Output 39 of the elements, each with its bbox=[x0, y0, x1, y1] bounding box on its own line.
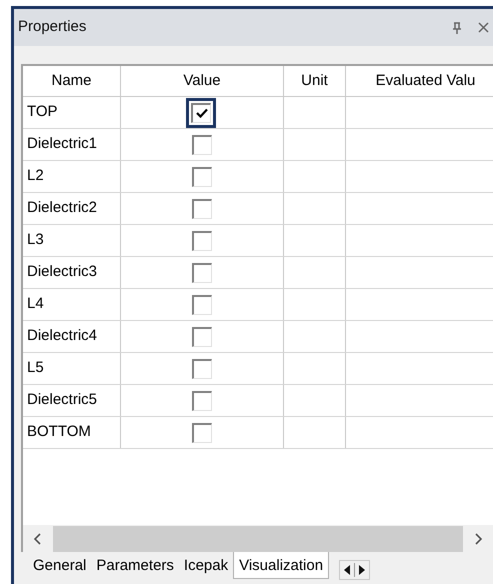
checkbox[interactable] bbox=[192, 166, 212, 186]
checkbox[interactable] bbox=[192, 294, 212, 314]
checkbox[interactable] bbox=[192, 198, 212, 218]
checkbox[interactable] bbox=[192, 390, 212, 410]
tab[interactable]: Parameters bbox=[91, 552, 179, 579]
column-header[interactable]: Unit bbox=[301, 70, 328, 92]
checkmark-icon bbox=[196, 108, 208, 118]
table-cell-text: Dielectric3 bbox=[27, 262, 98, 282]
scrollbar-thumb[interactable] bbox=[53, 526, 463, 552]
tab[interactable]: Icepak bbox=[178, 552, 234, 579]
table-cell-text: L4 bbox=[27, 294, 44, 314]
pin-icon[interactable] bbox=[452, 22, 462, 34]
checkbox[interactable] bbox=[192, 230, 212, 250]
table-cell-text: BOTTOM bbox=[27, 422, 91, 442]
table-cell-text: L2 bbox=[27, 166, 44, 186]
table-cell-text: TOP bbox=[27, 102, 58, 122]
checkbox[interactable] bbox=[192, 422, 212, 442]
checkbox[interactable] bbox=[192, 134, 212, 154]
table-cell-text: Dielectric1 bbox=[27, 134, 98, 154]
scroll-left-icon[interactable] bbox=[33, 532, 43, 544]
column-header[interactable]: Evaluated Valu bbox=[376, 70, 476, 92]
scroll-right-icon[interactable] bbox=[473, 532, 483, 544]
table-cell-text: Dielectric2 bbox=[27, 198, 98, 218]
table-cell-text: L5 bbox=[27, 358, 44, 378]
panel-title: Properties bbox=[18, 17, 86, 38]
table-cell-text: Dielectric4 bbox=[27, 326, 98, 346]
checkbox[interactable] bbox=[192, 262, 212, 282]
checkbox[interactable] bbox=[191, 102, 211, 122]
table-cell-text: L3 bbox=[27, 230, 44, 250]
horizontal-scrollbar[interactable] bbox=[23, 525, 493, 552]
column-header[interactable]: Value bbox=[183, 70, 221, 92]
close-icon[interactable] bbox=[478, 22, 489, 33]
tab-scroll-buttons[interactable] bbox=[339, 560, 370, 580]
tab[interactable]: Visualization bbox=[233, 552, 330, 579]
column-header[interactable]: Name bbox=[51, 70, 92, 92]
checkbox[interactable] bbox=[192, 358, 212, 378]
tab[interactable]: General bbox=[28, 552, 92, 579]
table-cell-text: Dielectric5 bbox=[27, 390, 98, 410]
checkbox[interactable] bbox=[192, 326, 212, 346]
